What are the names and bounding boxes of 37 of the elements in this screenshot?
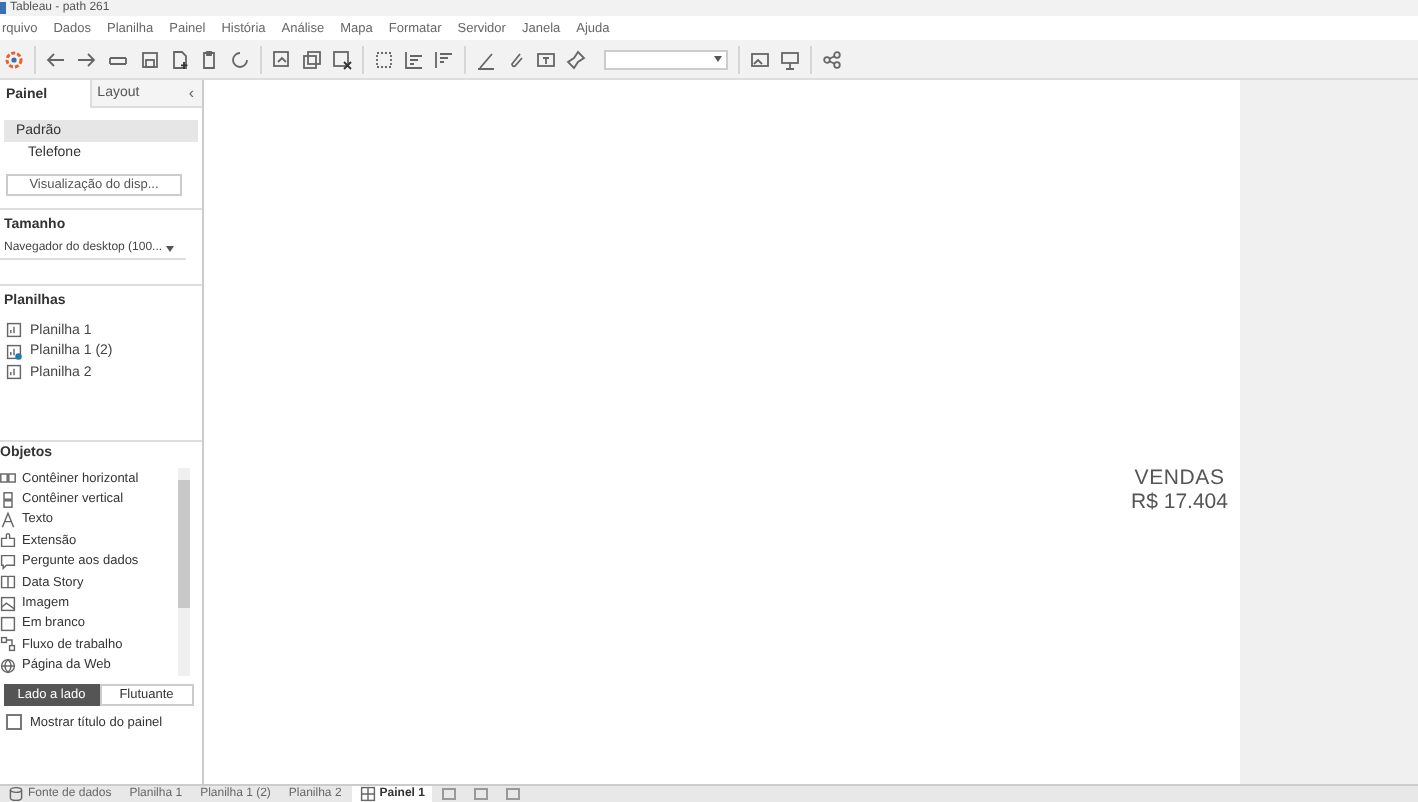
pen-icon[interactable] <box>476 49 496 69</box>
save-icon[interactable] <box>140 49 160 69</box>
puzzle-icon <box>0 532 16 549</box>
new-sheet-icon[interactable] <box>272 49 292 69</box>
dashboard-icon <box>359 786 376 802</box>
share-icon[interactable] <box>822 49 842 69</box>
collapse-button[interactable]: ‹ <box>180 80 203 108</box>
clear-sheet-icon[interactable] <box>332 49 352 69</box>
book-icon <box>0 574 16 591</box>
kpi-title: VENDAS <box>1134 466 1225 490</box>
app-icon <box>0 2 6 14</box>
database-icon <box>8 786 24 802</box>
duplicate-icon[interactable] <box>302 49 322 69</box>
kpi-value: R$ 17.404 <box>1131 490 1228 514</box>
pin-icon[interactable] <box>566 49 586 69</box>
logo-icon[interactable] <box>4 49 24 69</box>
paste-icon[interactable] <box>200 49 220 69</box>
columns-icon <box>0 470 16 487</box>
chat-icon <box>0 553 16 570</box>
letter-icon <box>0 511 16 528</box>
image-icon[interactable] <box>750 49 770 69</box>
paperclip-icon[interactable] <box>506 49 526 69</box>
globe-icon <box>0 657 16 674</box>
image-icon <box>0 595 16 612</box>
checkbox[interactable] <box>6 714 22 730</box>
presentation-icon[interactable] <box>780 49 800 69</box>
sort-ascending-icon[interactable] <box>404 49 424 69</box>
flow-icon <box>0 636 16 653</box>
back-icon[interactable] <box>46 49 66 69</box>
forward-icon[interactable] <box>76 49 96 69</box>
label-icon[interactable] <box>536 49 556 69</box>
square-icon <box>0 615 16 632</box>
refresh-icon[interactable] <box>230 49 250 69</box>
rows-icon <box>0 491 16 508</box>
scrollbar[interactable] <box>178 468 190 676</box>
new-data-icon[interactable] <box>170 49 190 69</box>
sort-descending-icon[interactable] <box>434 49 454 69</box>
